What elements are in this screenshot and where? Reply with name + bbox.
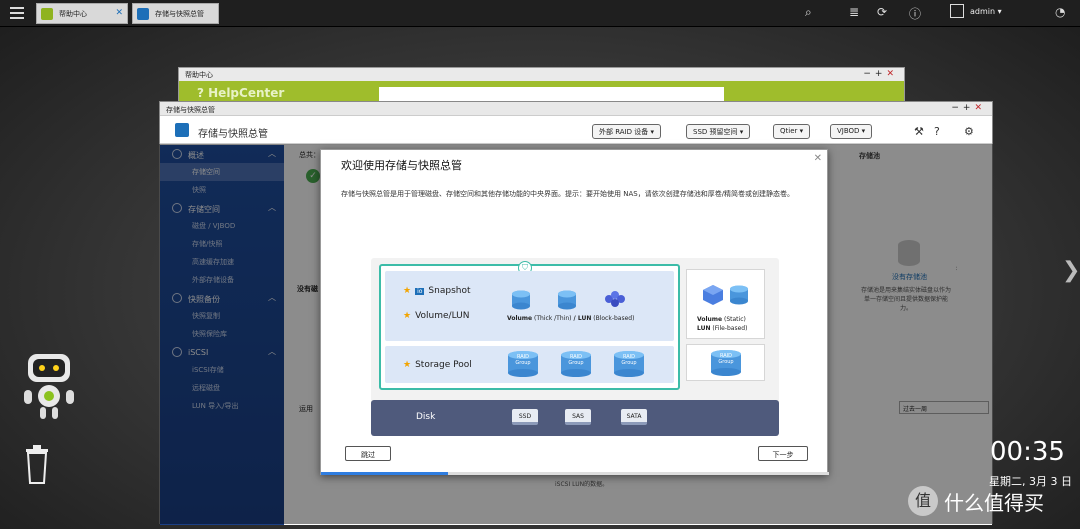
static-raid-layer: RAID Group xyxy=(686,344,765,381)
raid-group-label: RAID Group xyxy=(718,353,734,365)
help-app-icon xyxy=(41,7,53,20)
lun-block-icon xyxy=(605,291,625,307)
file-lun-label: LUN (File-based) xyxy=(697,325,748,332)
trash-icon[interactable] xyxy=(22,443,52,485)
next-button[interactable]: 下一步 xyxy=(758,446,808,461)
taskbar: 帮助中心 ✕ 存储与快照总管 ⌕ ≣ ⟳ ⓘ admin ▾ ◔ xyxy=(0,0,1080,27)
sata-chip: SATA xyxy=(621,409,647,425)
ssd-space-button[interactable]: SSD 预留空间 ▾ xyxy=(686,124,751,139)
tour-progress-fill xyxy=(321,472,448,475)
welcome-dialog: 欢迎使用存储与快照总管 ✕ 存储与快照总管是用于管理磁盘、存储空间和其他存储功能… xyxy=(320,149,829,475)
ssd-chip: SSD xyxy=(512,409,538,425)
cube-icon xyxy=(703,285,723,305)
help-icon[interactable]: ? xyxy=(934,125,940,138)
window-controls[interactable]: −+✕ xyxy=(863,69,898,79)
close-icon[interactable]: ✕ xyxy=(814,153,822,164)
app-toolbar: 存储与快照总管 外部 RAID 设备 ▾ SSD 预留空间 ▾ Qtier ▾ … xyxy=(160,116,992,144)
raid-group-label: RAID Group xyxy=(515,354,531,366)
tab-help-center[interactable]: 帮助中心 ✕ xyxy=(36,3,128,24)
username: admin ▾ xyxy=(970,6,1002,16)
dialog-description: 存储与快照总管是用于管理磁盘、存储空间和其他存储功能的中央界面。提示：要开始使用… xyxy=(341,190,795,198)
volume-lun-label: ★ Volume/LUN xyxy=(403,311,470,321)
storage-pool-label: ★ Storage Pool xyxy=(403,360,472,370)
snapshot-icon: io xyxy=(415,288,425,295)
volume-pool-box: ⛉ ★ io Snapshot ★ Volume/LUN Volume (Thick … xyxy=(379,261,680,390)
watermark-logo: 值 xyxy=(908,486,938,516)
volume-icon xyxy=(730,285,748,305)
close-icon[interactable]: ✕ xyxy=(115,8,123,18)
robot-assistant-icon[interactable] xyxy=(20,352,78,422)
window-controls[interactable]: −+✕ xyxy=(951,103,986,113)
sas-chip: SAS xyxy=(565,409,591,425)
tab-storage-manager[interactable]: 存储与快照总管 xyxy=(132,3,219,24)
dashboard-icon[interactable]: ◔ xyxy=(1055,5,1065,19)
tools-icon[interactable]: ⚒ xyxy=(914,125,924,138)
disk-label: Disk xyxy=(416,412,436,422)
vjbod-button[interactable]: VJBOD ▾ xyxy=(830,124,873,139)
snapshot-label: ★ io Snapshot xyxy=(403,286,471,296)
refresh-icon[interactable]: ⟳ xyxy=(877,5,887,19)
volume-layer: ★ io Snapshot ★ Volume/LUN Volume (Thick /T… xyxy=(385,271,674,341)
static-volume-layer: Volume (Static) LUN (File-based) xyxy=(686,269,765,339)
external-raid-button[interactable]: 外部 RAID 设备 ▾ xyxy=(592,124,662,139)
tab-label: 帮助中心 xyxy=(59,9,87,18)
dialog-title: 欢迎使用存储与快照总管 xyxy=(341,159,462,172)
desktop-clock: 00:35 xyxy=(990,437,1065,467)
volume-description: Volume (Thick /Thin) / LUN (Block-based) xyxy=(507,315,635,322)
volume-icon xyxy=(558,290,576,310)
storage-pool-layer: ★ Storage Pool RAID Group RAID Group RAID Gr… xyxy=(385,346,674,383)
raid-group-label: RAID Group xyxy=(621,354,637,366)
menu-icon[interactable] xyxy=(10,7,24,19)
gear-icon[interactable]: ⚙ xyxy=(964,125,974,138)
volume-icon xyxy=(512,290,530,310)
stack-icon[interactable]: ≣ xyxy=(849,5,859,19)
storage-app-icon xyxy=(137,7,149,20)
disk-layer: Disk SSD SAS SATA xyxy=(371,400,779,436)
tour-progress xyxy=(321,472,829,475)
help-search-input[interactable] xyxy=(379,87,724,101)
raid-group-label: RAID Group xyxy=(568,354,584,366)
watermark-text: 什么值得买 xyxy=(944,490,1044,515)
info-icon[interactable]: ⓘ xyxy=(909,5,921,22)
chevron-right-icon[interactable]: ❯ xyxy=(1062,258,1080,283)
static-volume-box: Volume (Static) LUN (File-based) RAID Gro… xyxy=(686,264,771,390)
tab-label: 存储与快照总管 xyxy=(155,9,204,18)
storage-architecture-diagram: ⛉ ★ io Snapshot ★ Volume/LUN Volume (Thick … xyxy=(371,258,779,436)
app-title: 存储与快照总管 xyxy=(198,129,268,140)
storage-app-icon xyxy=(175,123,189,137)
user-menu[interactable]: admin ▾ xyxy=(950,4,1002,18)
window-title: 存储与快照总管 −+✕ xyxy=(160,102,992,116)
watermark: 值 什么值得买 xyxy=(908,486,1044,516)
qtier-button[interactable]: Qtier ▾ xyxy=(773,124,811,139)
search-icon[interactable]: ⌕ xyxy=(805,5,812,20)
skip-button[interactable]: 跳过 xyxy=(345,446,391,461)
avatar xyxy=(950,4,964,18)
help-logo: ? HelpCenter xyxy=(197,86,285,100)
window-title: 帮助中心 −+✕ xyxy=(179,68,904,81)
static-volume-label: Volume (Static) xyxy=(697,316,746,323)
